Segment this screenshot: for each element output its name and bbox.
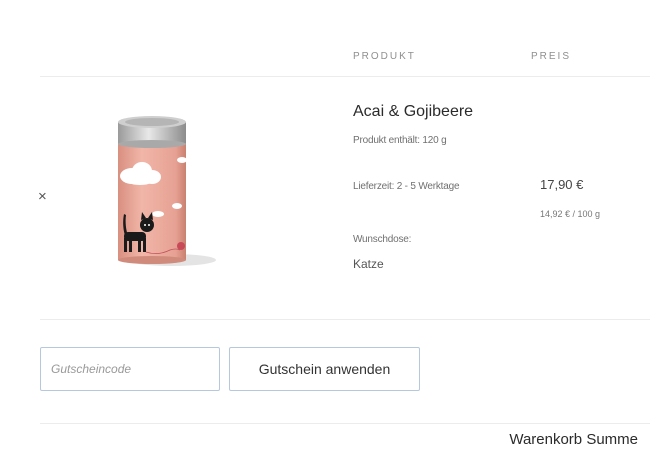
- item-divider: [40, 319, 650, 320]
- wish-can-value: Katze: [353, 257, 384, 271]
- apply-coupon-button[interactable]: Gutschein anwenden: [229, 347, 420, 391]
- cloud-icon-small: [177, 157, 187, 163]
- product-image[interactable]: [110, 114, 220, 274]
- wish-can-label: Wunschdose:: [353, 234, 412, 245]
- product-contents: Produkt enthält: 120 g: [353, 135, 447, 146]
- remove-item-button[interactable]: ×: [38, 188, 47, 206]
- column-header-price: PREIS: [531, 51, 572, 62]
- summary-divider: [40, 423, 650, 424]
- column-header-product: PRODUKT: [353, 51, 416, 62]
- item-price: 17,90 €: [540, 177, 584, 192]
- yarn-ball-icon: [177, 242, 185, 250]
- delivery-time: Lieferzeit: 2 - 5 Werktage: [353, 181, 460, 192]
- unit-price: 14,92 € / 100 g: [540, 209, 601, 219]
- product-name[interactable]: Acai & Gojibeere: [353, 103, 473, 121]
- header-divider: [40, 76, 650, 77]
- cart-summary-title: Warenkorb Summe: [509, 431, 638, 448]
- cart-page: PRODUKT PREIS × Acai & Gojibeere Produkt…: [0, 0, 650, 455]
- coupon-code-input[interactable]: [40, 347, 220, 391]
